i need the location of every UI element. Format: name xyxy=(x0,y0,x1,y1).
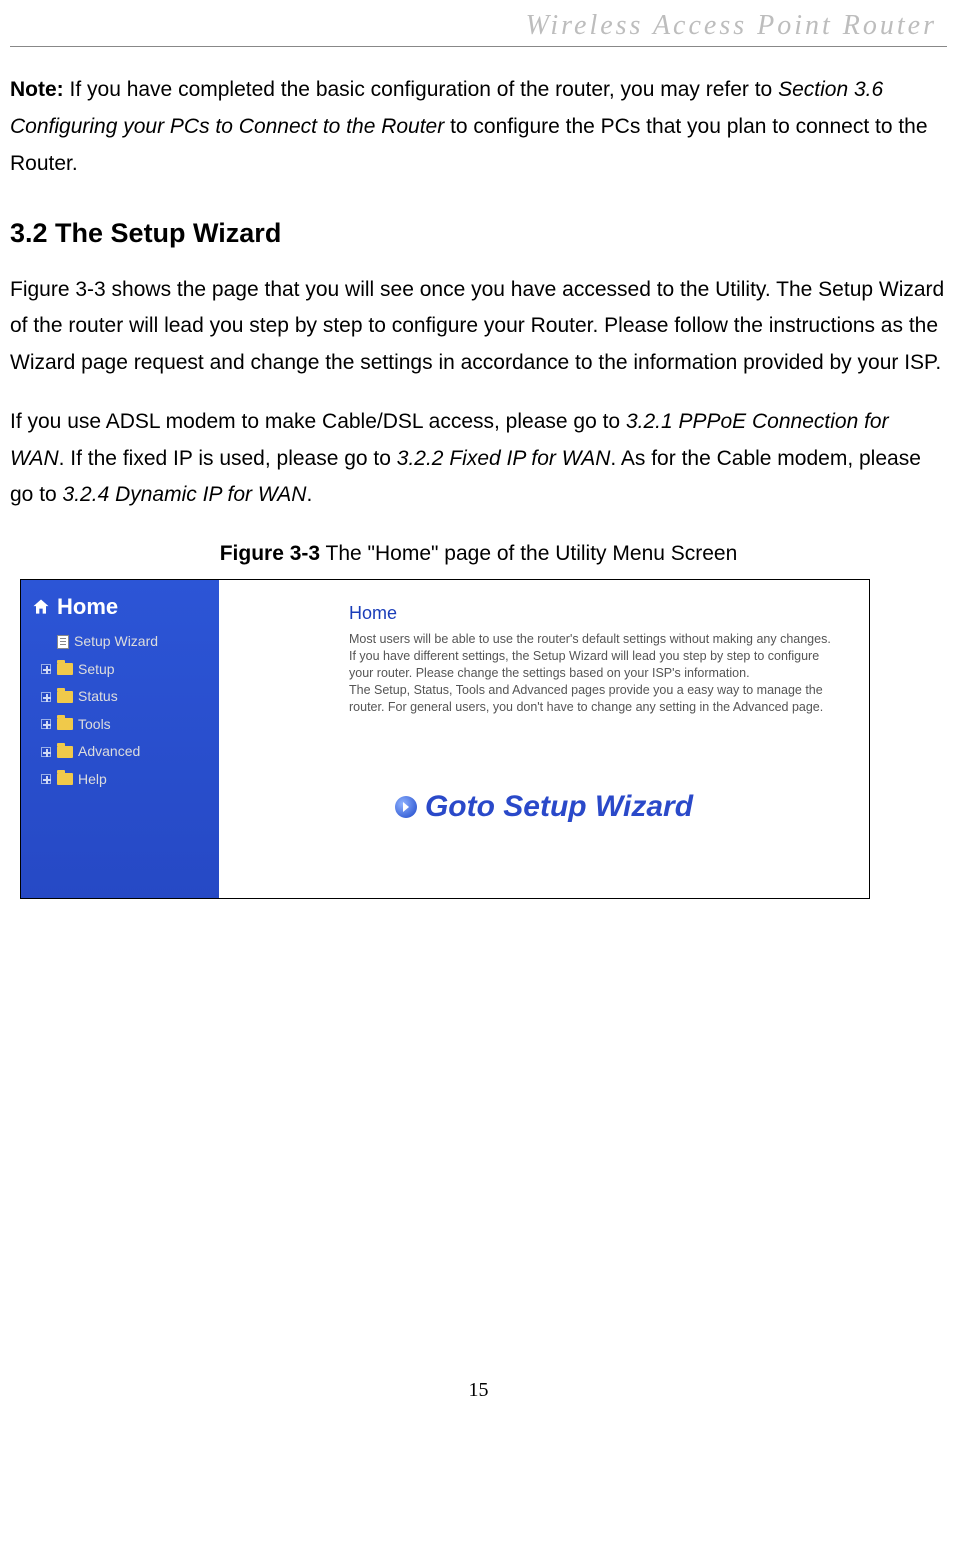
p2-t2: . If the fixed IP is used, please go to xyxy=(59,447,397,470)
screenshot-figure: Home Setup Wizard Setup Status Tools Adv… xyxy=(20,579,870,899)
main-panel: Home Most users will be able to use the … xyxy=(219,580,869,898)
sidebar-item-setup-wizard[interactable]: Setup Wizard xyxy=(21,628,219,655)
goto-setup-wizard-link[interactable]: Goto Setup Wizard xyxy=(249,781,839,834)
arrow-bullet-icon xyxy=(395,796,417,818)
p2-t1: If you use ADSL modem to make Cable/DSL … xyxy=(10,410,626,433)
note-paragraph: Note: If you have completed the basic co… xyxy=(10,72,947,182)
expand-icon[interactable] xyxy=(41,692,51,702)
sidebar-item-label: Status xyxy=(78,684,118,709)
folder-icon xyxy=(57,663,73,675)
sidebar-item-setup[interactable]: Setup xyxy=(21,656,219,683)
panel-text-2: The Setup, Status, Tools and Advanced pa… xyxy=(349,682,839,716)
folder-icon xyxy=(57,746,73,758)
sidebar-item-label: Help xyxy=(78,767,107,792)
panel-text-1: Most users will be able to use the route… xyxy=(349,631,839,682)
document-header: Wireless Access Point Router xyxy=(526,10,937,41)
note-text-1: If you have completed the basic configur… xyxy=(64,78,778,101)
page-number: 15 xyxy=(0,1379,957,1422)
figure-label: Figure 3-3 xyxy=(220,542,320,565)
note-label: Note: xyxy=(10,78,64,101)
doc-icon xyxy=(57,635,69,649)
expand-icon[interactable] xyxy=(41,747,51,757)
p2-r3: 3.2.4 Dynamic IP for WAN xyxy=(63,483,307,506)
sidebar-home[interactable]: Home xyxy=(21,588,219,627)
folder-icon xyxy=(57,718,73,730)
paragraph-2: If you use ADSL modem to make Cable/DSL … xyxy=(10,404,947,514)
p2-t4: . xyxy=(306,483,312,506)
sidebar-item-label: Setup Wizard xyxy=(74,629,158,654)
folder-icon xyxy=(57,773,73,785)
figure-caption-text: The "Home" page of the Utility Menu Scre… xyxy=(320,542,737,565)
paragraph-1: Figure 3-3 shows the page that you will … xyxy=(10,272,947,382)
panel-heading: Home xyxy=(349,598,839,630)
folder-icon xyxy=(57,691,73,703)
figure-caption: Figure 3-3 The "Home" page of the Utilit… xyxy=(10,536,947,573)
sidebar-item-label: Setup xyxy=(78,657,115,682)
sidebar-item-label: Tools xyxy=(78,712,111,737)
p2-r2: 3.2.2 Fixed IP for WAN xyxy=(397,447,611,470)
goto-wizard-label: Goto Setup Wizard xyxy=(425,781,693,834)
expand-icon[interactable] xyxy=(41,664,51,674)
sidebar-home-label: Home xyxy=(57,588,118,627)
sidebar-item-label: Advanced xyxy=(78,739,140,764)
expand-icon[interactable] xyxy=(41,774,51,784)
sidebar-item-tools[interactable]: Tools xyxy=(21,711,219,738)
section-heading: 3.2 The Setup Wizard xyxy=(10,210,947,257)
sidebar-item-advanced[interactable]: Advanced xyxy=(21,738,219,765)
home-icon xyxy=(31,597,51,617)
sidebar-item-help[interactable]: Help xyxy=(21,766,219,793)
sidebar: Home Setup Wizard Setup Status Tools Adv… xyxy=(21,580,219,898)
expand-icon[interactable] xyxy=(41,719,51,729)
sidebar-item-status[interactable]: Status xyxy=(21,683,219,710)
